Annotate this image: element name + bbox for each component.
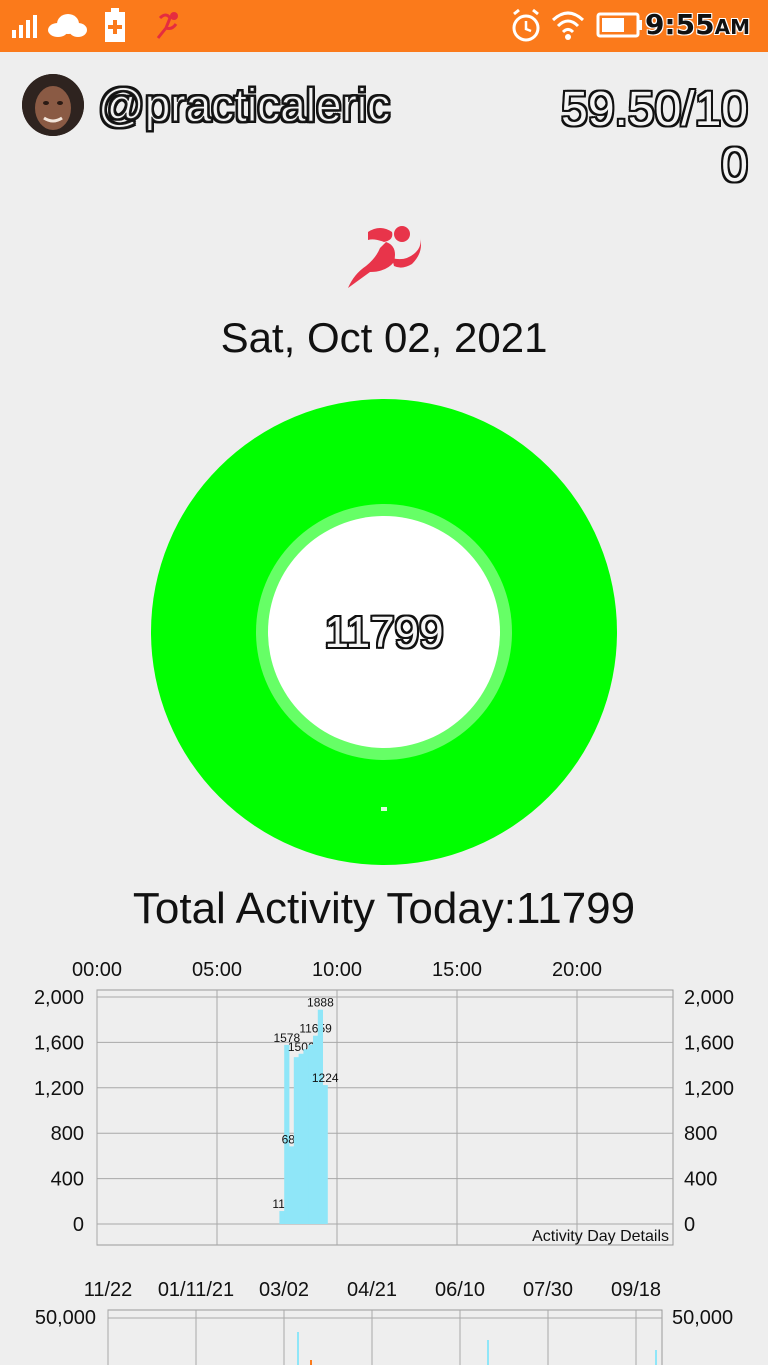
battery-saver-icon bbox=[105, 8, 125, 42]
cloud-icon bbox=[48, 14, 87, 37]
y-tick-label-right: 0 bbox=[684, 1214, 695, 1236]
wifi-icon bbox=[551, 11, 585, 40]
x-tick-label: 05:00 bbox=[192, 959, 242, 981]
activity-bar bbox=[310, 1360, 312, 1365]
chart-footer-label[interactable]: Activity Day Details bbox=[532, 1228, 669, 1245]
x-tick-label: 09/18 bbox=[611, 1279, 661, 1301]
activity-bar bbox=[297, 1332, 299, 1365]
activity-bar bbox=[322, 1085, 328, 1224]
x-tick-label: 15:00 bbox=[432, 959, 482, 981]
x-tick-label: 00:00 bbox=[72, 959, 122, 981]
y-tick-label-right: 2,000 bbox=[684, 987, 734, 1009]
y-tick-label-right: 50,000 bbox=[672, 1307, 733, 1329]
x-tick-label: 10:00 bbox=[312, 959, 362, 981]
bar-value-label: 1224 bbox=[312, 1071, 339, 1085]
total-activity-label: Total Activity Today:11799 bbox=[132, 884, 636, 933]
status-clock: 9:55AM bbox=[645, 8, 750, 41]
y-tick-label-right: 800 bbox=[684, 1123, 717, 1145]
y-tick-label-right: 400 bbox=[684, 1169, 717, 1191]
date-label: Sat, Oct 02, 2021 bbox=[220, 314, 548, 361]
signal-icon bbox=[12, 15, 37, 38]
clock-ampm: AM bbox=[714, 15, 750, 39]
score-value: 59.50/100 bbox=[561, 83, 748, 192]
x-tick-label: 20:00 bbox=[552, 959, 602, 981]
activity-bar bbox=[313, 1035, 319, 1224]
avatar[interactable] bbox=[22, 74, 84, 136]
x-tick-label: 11/22 bbox=[84, 1279, 133, 1301]
x-tick-label: 01/11/21 bbox=[158, 1279, 234, 1301]
runner-icon bbox=[348, 226, 421, 288]
bar-value-label: 11659 bbox=[299, 1022, 332, 1036]
activity-history-chart[interactable]: 11/22 01/11/21 03/02 04/21 06/10 07/30 09/18 50… bbox=[0, 1270, 768, 1365]
y-tick-label-right: 1,600 bbox=[684, 1032, 734, 1054]
runner-notification-icon bbox=[156, 12, 178, 39]
status-bar: 9:55AM bbox=[0, 0, 768, 52]
ring-center-value: 11799 bbox=[324, 608, 444, 657]
activity-bar bbox=[293, 1057, 299, 1224]
activity-day-chart[interactable]: 00:00 05:00 10:00 15:00 20:00 2,000 2,000 1,600… bbox=[0, 950, 768, 1250]
y-tick-label-left: 400 bbox=[51, 1169, 84, 1191]
x-tick-label: 04/21 bbox=[347, 1279, 397, 1301]
y-tick-label-left: 1,600 bbox=[34, 1032, 84, 1054]
activity-bar bbox=[487, 1340, 489, 1365]
x-tick-label: 06/10 bbox=[435, 1279, 485, 1301]
y-tick-label-left: 1,200 bbox=[34, 1078, 84, 1100]
username: @practicaleric bbox=[97, 79, 391, 132]
activity-bar bbox=[655, 1350, 657, 1365]
x-tick-label: 07/30 bbox=[523, 1279, 573, 1301]
y-tick-label-right: 1,200 bbox=[684, 1078, 734, 1100]
alarm-icon bbox=[512, 8, 540, 42]
activity-bar bbox=[317, 1009, 323, 1224]
chart-frame bbox=[96, 989, 674, 1246]
y-tick-label-left: 0 bbox=[73, 1214, 84, 1236]
activity-bar bbox=[303, 1049, 309, 1224]
avatar-image bbox=[22, 74, 84, 136]
activity-bar bbox=[289, 1146, 295, 1224]
battery-icon bbox=[596, 12, 642, 38]
y-tick-label-left: 2,000 bbox=[34, 987, 84, 1009]
y-tick-label-left: 50,000 bbox=[35, 1307, 96, 1329]
bar-value-label: 1888 bbox=[307, 996, 334, 1010]
x-tick-label: 03/02 bbox=[259, 1279, 309, 1301]
activity-bar bbox=[279, 1211, 285, 1224]
clock-time: 9:55 bbox=[644, 8, 715, 41]
y-tick-label-left: 800 bbox=[51, 1123, 84, 1145]
activity-ring-marker bbox=[381, 807, 387, 811]
activity-bar bbox=[298, 1053, 304, 1224]
